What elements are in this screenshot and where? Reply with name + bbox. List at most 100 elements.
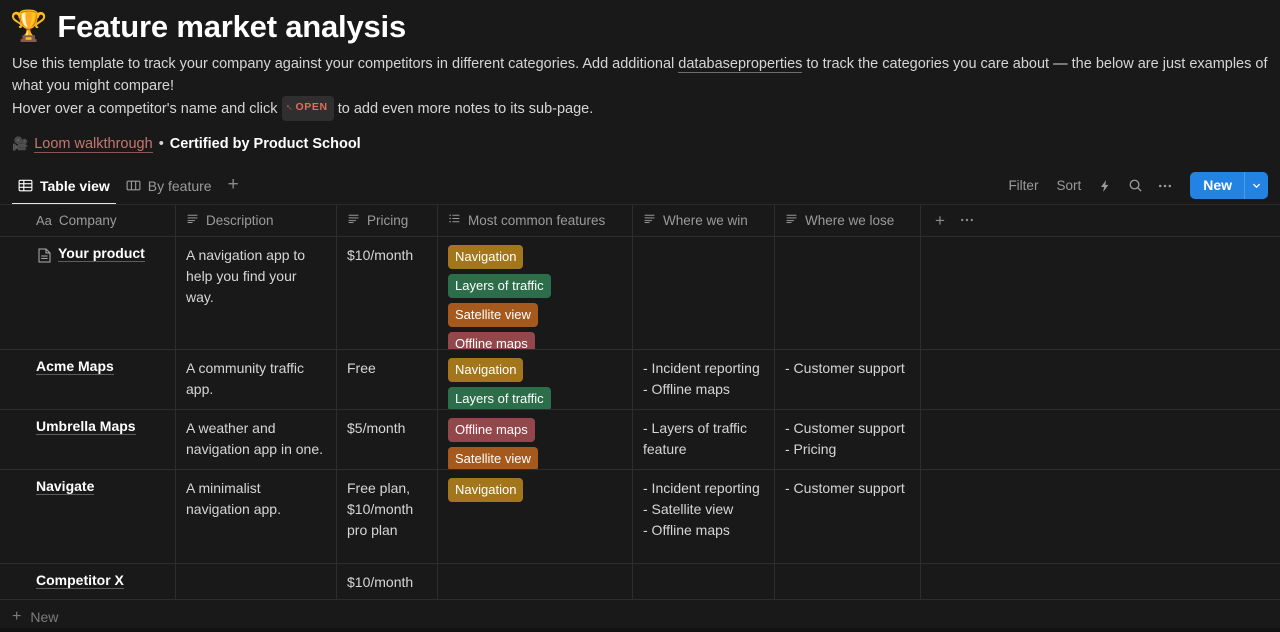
sort-button[interactable]: Sort bbox=[1049, 174, 1088, 197]
column-header-features[interactable]: Most common features bbox=[438, 204, 633, 236]
column-header-description-label: Description bbox=[206, 212, 274, 228]
lightning-icon[interactable] bbox=[1092, 173, 1118, 199]
intro-text-4: to add even more notes to its sub-page. bbox=[333, 101, 594, 118]
chevron-down-icon[interactable] bbox=[1244, 172, 1268, 199]
table-row[interactable]: Navigate A minimalist navigation app. Fr… bbox=[0, 469, 1280, 564]
cell-company[interactable]: Your product bbox=[0, 236, 176, 349]
table-row[interactable]: Your product A navigation app to help yo… bbox=[0, 236, 1280, 350]
cell-description[interactable]: A navigation app to help you find your w… bbox=[176, 236, 337, 349]
company-name-link[interactable]: Your product bbox=[58, 244, 145, 262]
column-header-extra: + bbox=[921, 205, 1280, 236]
video-camera-icon: 🎥 bbox=[12, 136, 29, 151]
tab-by-feature[interactable]: By feature bbox=[120, 167, 218, 205]
column-header-company-label: Company bbox=[58, 212, 117, 228]
properties-link[interactable]: properties bbox=[737, 56, 803, 73]
cell-features[interactable]: Navigation Layers of traffic bbox=[438, 349, 633, 409]
tab-table-view[interactable]: Table view bbox=[12, 167, 116, 205]
table-row[interactable]: Acme Maps A community traffic app. Free … bbox=[0, 349, 1280, 410]
column-header-where-we-win[interactable]: Where we win bbox=[633, 204, 775, 236]
cell-extra bbox=[921, 410, 1280, 469]
credit-line: 🎥 Loom walkthrough • Certified by Produc… bbox=[0, 122, 1280, 153]
cell-where-we-win[interactable]: - Incident reporting - Offline maps bbox=[633, 349, 775, 409]
new-button[interactable]: New bbox=[1190, 172, 1244, 199]
cell-features[interactable]: Navigation Layers of traffic Satellite v… bbox=[438, 236, 633, 349]
cell-where-we-win[interactable]: - Layers of traffic feature bbox=[633, 409, 775, 469]
bottom-strip bbox=[0, 628, 1280, 632]
column-header-description[interactable]: Description bbox=[176, 204, 337, 236]
cell-company[interactable]: Acme Maps bbox=[0, 349, 176, 409]
column-header-where-we-win-label: Where we win bbox=[663, 212, 748, 228]
cell-pricing[interactable]: Free bbox=[337, 349, 438, 409]
intro-paragraph-2: Hover over a competitor's name and click… bbox=[12, 96, 1268, 122]
company-name-link[interactable]: Umbrella Maps bbox=[36, 417, 136, 435]
cell-company[interactable]: Competitor X bbox=[0, 563, 176, 599]
plus-icon: + bbox=[12, 607, 22, 625]
cell-where-we-lose[interactable] bbox=[775, 563, 921, 599]
tag[interactable]: Offline maps bbox=[448, 331, 535, 349]
cell-pricing[interactable]: $10/month bbox=[337, 563, 438, 599]
intro-text-1: Use this template to track your company … bbox=[12, 56, 679, 72]
new-button-group: New bbox=[1190, 172, 1268, 199]
cell-company[interactable]: Umbrella Maps bbox=[0, 409, 176, 469]
cell-features[interactable]: Offline maps Satellite view bbox=[438, 409, 633, 469]
column-header-where-we-lose[interactable]: Where we lose bbox=[775, 204, 921, 236]
cell-where-we-win[interactable] bbox=[633, 563, 775, 599]
cell-where-we-lose[interactable]: - Customer support - Pricing bbox=[775, 409, 921, 469]
cell-pricing[interactable]: $5/month bbox=[337, 409, 438, 469]
add-column-button[interactable]: + bbox=[935, 212, 945, 229]
loom-walkthrough-link[interactable]: Loom walkthrough bbox=[34, 136, 153, 153]
cell-where-we-win[interactable]: - Incident reporting - Satellite view - Of… bbox=[633, 469, 775, 563]
company-name-link[interactable]: Competitor X bbox=[36, 571, 124, 589]
table-header-row: Aa Company Description Pricing Most comm… bbox=[0, 204, 1280, 237]
add-view-button[interactable]: + bbox=[222, 175, 245, 197]
cell-description[interactable]: A minimalist navigation app. bbox=[176, 469, 337, 563]
tag[interactable]: Navigation bbox=[448, 477, 524, 502]
cell-description[interactable]: A community traffic app. bbox=[176, 349, 337, 409]
filter-button[interactable]: Filter bbox=[1001, 174, 1045, 197]
cell-where-we-win[interactable] bbox=[633, 236, 775, 349]
tag[interactable]: Offline maps bbox=[448, 417, 535, 442]
cell-where-we-lose[interactable]: - Customer support bbox=[775, 349, 921, 409]
page-title: Feature market analysis bbox=[57, 9, 407, 44]
tab-table-view-label: Table view bbox=[40, 177, 110, 194]
cell-description[interactable] bbox=[176, 563, 337, 599]
company-name-link[interactable]: Acme Maps bbox=[36, 357, 114, 375]
cell-pricing[interactable]: Free plan, $10/month pro plan bbox=[337, 469, 438, 563]
column-header-features-label: Most common features bbox=[468, 212, 606, 228]
tag[interactable]: Layers of traffic bbox=[448, 273, 551, 298]
cell-extra bbox=[921, 350, 1280, 409]
board-icon bbox=[126, 178, 141, 193]
column-options-icon[interactable] bbox=[959, 212, 975, 228]
company-name-link[interactable]: Navigate bbox=[36, 477, 95, 495]
column-header-pricing[interactable]: Pricing bbox=[337, 204, 438, 236]
cell-description[interactable]: A weather and navigation app in one. bbox=[176, 409, 337, 469]
table-row[interactable]: Umbrella Maps A weather and navigation a… bbox=[0, 409, 1280, 470]
table-row[interactable]: Competitor X $10/month bbox=[0, 563, 1280, 600]
tag[interactable]: Navigation bbox=[448, 244, 524, 269]
tag[interactable]: Layers of traffic bbox=[448, 386, 551, 409]
tab-by-feature-label: By feature bbox=[147, 177, 212, 194]
cell-company[interactable]: Navigate bbox=[0, 469, 176, 563]
cell-features[interactable] bbox=[438, 563, 633, 599]
intro-text: Use this template to track your company … bbox=[0, 46, 1280, 122]
search-icon[interactable] bbox=[1122, 173, 1148, 199]
column-header-company[interactable]: Aa Company bbox=[0, 204, 176, 236]
add-row-label: New bbox=[30, 608, 59, 625]
cell-where-we-lose[interactable]: - Customer support bbox=[775, 469, 921, 563]
tag[interactable]: Navigation bbox=[448, 357, 524, 382]
open-badge[interactable]: ↑ OPEN bbox=[281, 96, 334, 121]
tag[interactable]: Satellite view bbox=[448, 446, 538, 469]
ellipsis-icon[interactable] bbox=[1152, 173, 1178, 199]
text-icon bbox=[186, 212, 199, 228]
cell-where-we-lose[interactable] bbox=[775, 236, 921, 349]
intro-text-3: Hover over a competitor's name and click bbox=[12, 101, 282, 118]
database-link[interactable]: database bbox=[678, 56, 738, 73]
cell-features[interactable]: Navigation bbox=[438, 469, 633, 563]
tag[interactable]: Satellite view bbox=[448, 302, 538, 327]
toolbar-actions: Filter Sort New bbox=[1001, 172, 1268, 199]
cell-pricing[interactable]: $10/month bbox=[337, 236, 438, 349]
credit-text: Certified by Product School bbox=[169, 136, 361, 152]
table-body: Your product A navigation app to help yo… bbox=[0, 236, 1280, 600]
page-document-icon bbox=[38, 248, 51, 263]
intro-paragraph: Use this template to track your company … bbox=[12, 54, 1268, 97]
